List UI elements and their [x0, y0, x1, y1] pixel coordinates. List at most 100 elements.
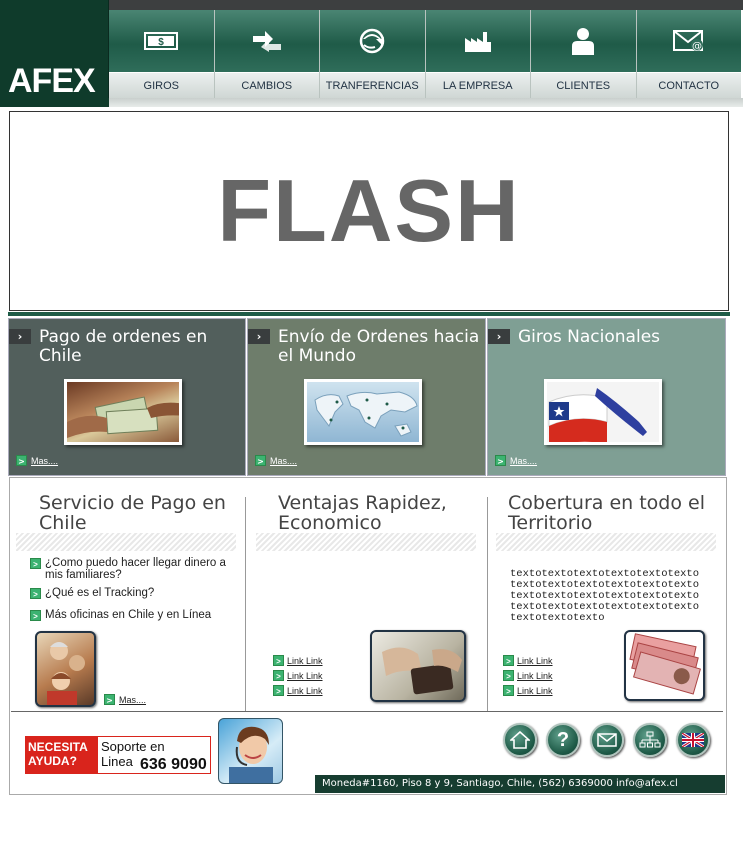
link-item[interactable]: > Link Link	[273, 670, 323, 681]
link-text: Link Link	[287, 685, 323, 696]
link-text: Link Link	[517, 655, 553, 666]
hatch-divider	[496, 533, 716, 551]
support-phone: 636 9090	[140, 756, 207, 773]
faq-item[interactable]: > ¿Como puedo hacer llegar dinero a mis …	[30, 557, 240, 581]
chile-flag-image	[548, 388, 647, 442]
faq-text: ¿Qué es el Tracking?	[45, 587, 155, 599]
logo[interactable]: AFEX	[0, 0, 109, 107]
chevron-right-icon: ›	[248, 329, 270, 344]
factory-icon	[464, 32, 491, 52]
green-arrow-icon: >	[273, 685, 284, 696]
more-row: > Mas....	[16, 455, 58, 466]
nav-item-cambios[interactable]: CAMBIOS	[214, 10, 320, 98]
chevron-right-icon: ›	[488, 329, 510, 344]
flash-placeholder-text: FLASH	[217, 161, 521, 260]
green-arrow-icon: >	[30, 610, 41, 621]
green-arrow-icon: >	[273, 655, 284, 666]
faq-list: > ¿Como puedo hacer llegar dinero a mis …	[30, 557, 240, 627]
top-bar	[109, 0, 743, 10]
nav-label: CONTACTO	[636, 72, 741, 98]
nav-label: LA EMPRESA	[425, 72, 530, 98]
more-link[interactable]: Mas....	[119, 695, 146, 705]
link-list: > Link Link > Link Link > Link Link	[503, 655, 553, 700]
family-image	[47, 642, 85, 705]
faq-text: Más oficinas en Chile y en Línea	[45, 609, 212, 621]
faq-text: ¿Como puedo hacer llegar dinero a mis fa…	[45, 557, 226, 581]
green-arrow-icon: >	[273, 670, 284, 681]
more-link[interactable]: Mas....	[270, 456, 297, 466]
svg-text:$: $	[158, 37, 164, 48]
mail-icon[interactable]	[590, 723, 624, 757]
person-icon	[572, 28, 595, 55]
help-badge[interactable]: NECESITA AYUDA?	[25, 736, 97, 774]
hatch-divider	[16, 533, 236, 551]
exchange-arrows-icon	[252, 31, 281, 52]
link-item[interactable]: > Link Link	[503, 655, 553, 666]
green-arrow-icon: >	[255, 455, 266, 466]
column-title-cobertura: Cobertura en todo el Territorio	[508, 492, 705, 534]
nav-item-la-empresa[interactable]: LA EMPRESA	[425, 10, 531, 98]
dollar-bill-icon: $	[144, 32, 179, 50]
nav-icon-area: $	[109, 10, 214, 72]
nav-label: TRANFERENCIAS	[320, 72, 425, 98]
promo-pago-ordenes[interactable]: › Pago de ordenes en Chile > Mas....	[8, 318, 246, 476]
more-link[interactable]: Mas....	[31, 456, 58, 466]
nav-label: CAMBIOS	[214, 72, 319, 98]
promo-envio-ordenes[interactable]: › Envío de Ordenes hacia el Mundo > Mas.…	[247, 318, 486, 476]
link-text: Link Link	[517, 670, 553, 681]
green-arrow-icon: >	[503, 670, 514, 681]
link-text: Link Link	[287, 655, 323, 666]
logo-base	[0, 98, 109, 107]
faq-item[interactable]: > ¿Qué es el Tracking?	[30, 587, 240, 599]
nav-label: CLIENTES	[531, 72, 636, 98]
nav-item-tranferencias[interactable]: TRANFERENCIAS	[320, 10, 426, 98]
sitemap-icon[interactable]	[633, 723, 667, 757]
nav-icon-area	[320, 10, 425, 72]
svg-text:@: @	[692, 41, 702, 52]
column-divider	[245, 497, 246, 712]
promo-giros-nacionales[interactable]: › Giros Nacionales > Mas....	[487, 318, 726, 476]
footer-address: Moneda#1160, Piso 8 y 9, Santiago, Chile…	[315, 775, 725, 793]
column-title-servicio: Servicio de Pago en Chile	[39, 492, 226, 534]
nav-icon-area	[214, 10, 319, 72]
link-text: Link Link	[287, 670, 323, 681]
home-icon[interactable]	[503, 723, 537, 757]
family-photo	[35, 631, 96, 707]
faq-item[interactable]: > Más oficinas en Chile y en Línea	[30, 609, 240, 621]
help-icon[interactable]: ?	[546, 723, 580, 757]
flash-banner[interactable]: FLASH	[9, 111, 729, 311]
world-map-photo	[303, 379, 422, 445]
envelope-at-icon: @	[672, 30, 703, 52]
uk-flag-icon[interactable]	[676, 723, 710, 757]
link-text: Link Link	[517, 685, 553, 696]
more-link[interactable]: Mas....	[510, 456, 537, 466]
footer-divider	[11, 711, 723, 712]
green-arrow-icon: >	[503, 685, 514, 696]
placeholder-text: textotextotextotextotextotextotextotexto…	[510, 568, 700, 624]
promo-title: Envío de Ordenes hacia el Mundo	[278, 327, 480, 366]
more-row: > Mas....	[255, 455, 297, 466]
promo-title: Giros Nacionales	[518, 327, 661, 347]
banknotes-image	[67, 396, 179, 438]
green-arrow-icon: >	[30, 558, 41, 569]
nav-icon-area	[425, 10, 530, 72]
green-arrow-icon: >	[16, 455, 27, 466]
nav-icon-area: @	[636, 10, 741, 72]
promo-title: Pago de ordenes en Chile	[39, 327, 208, 366]
nav-item-clientes[interactable]: CLIENTES	[531, 10, 637, 98]
link-item[interactable]: > Link Link	[273, 685, 323, 696]
column-divider	[487, 497, 488, 712]
more-row: > Mas....	[495, 455, 537, 466]
link-item[interactable]: > Link Link	[503, 670, 553, 681]
nav-item-contacto[interactable]: @ CONTACTO	[636, 10, 741, 98]
link-item[interactable]: > Link Link	[273, 655, 323, 666]
main-nav: $ GIROS CAMBIOS TRANFERENCIAS LA EMPRESA…	[109, 10, 741, 98]
hatch-divider	[256, 533, 476, 551]
support-agent-photo[interactable]	[218, 718, 283, 784]
support-box[interactable]: Soporte en Linea 636 9090	[97, 736, 211, 774]
nav-item-giros[interactable]: $ GIROS	[109, 10, 215, 98]
wallet-hands-image	[382, 647, 462, 695]
link-item[interactable]: > Link Link	[503, 685, 553, 696]
green-arrow-icon: >	[30, 588, 41, 599]
section-divider	[8, 312, 730, 316]
